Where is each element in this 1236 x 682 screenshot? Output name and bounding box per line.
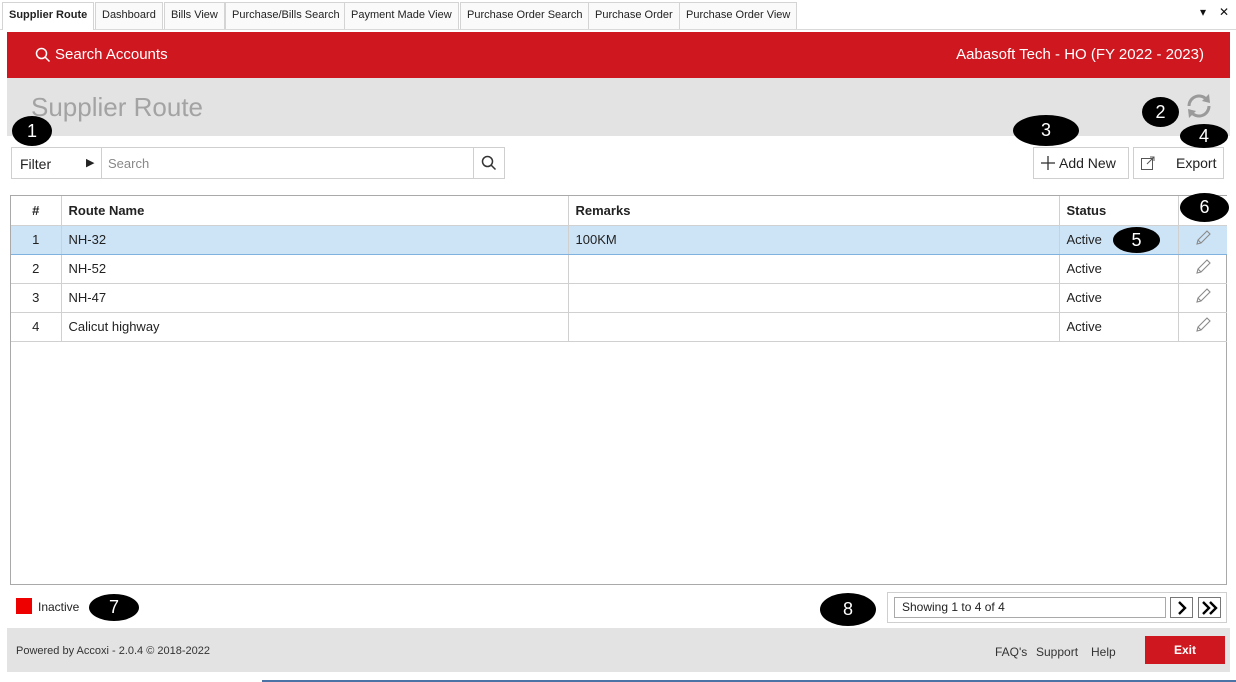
callout-marker-5: 5: [1113, 227, 1160, 253]
plus-icon: [1041, 156, 1055, 170]
chevron-right-icon: [1177, 600, 1187, 615]
inactive-legend-swatch: [16, 598, 32, 614]
table-row[interactable]: 3 NH-47 Active: [11, 282, 1227, 313]
app-header: Search Accounts Aabasoft Tech - HO (FY 2…: [7, 32, 1230, 78]
faq-link[interactable]: FAQ's: [995, 645, 1027, 659]
inactive-legend-label: Inactive: [38, 600, 80, 614]
supplier-route-grid: # Route Name Remarks Status 1 NH-32 100K…: [10, 195, 1227, 585]
divider: [101, 148, 102, 178]
column-header-number[interactable]: #: [11, 196, 62, 226]
edit-pencil-icon[interactable]: [1194, 258, 1212, 276]
add-new-button[interactable]: Add New: [1033, 147, 1129, 179]
column-header-remarks[interactable]: Remarks: [567, 196, 1060, 226]
callout-marker-8: 8: [820, 593, 876, 626]
column-header-route-name[interactable]: Route Name: [60, 196, 569, 226]
status-cell: Active: [1058, 282, 1179, 313]
last-page-button[interactable]: [1198, 597, 1221, 618]
route-name-cell: NH-47: [60, 282, 569, 313]
callout-marker-3: 3: [1013, 115, 1079, 146]
app-footer: Powered by Accoxi - 2.0.4 © 2018-2022 FA…: [7, 628, 1230, 672]
tab-bills-view[interactable]: Bills View: [164, 2, 225, 29]
tab-purchase-order-view[interactable]: Purchase Order View: [679, 2, 798, 29]
pagination: Showing 1 to 4 of 4: [887, 592, 1227, 623]
remarks-cell: 100KM: [567, 224, 1060, 255]
tab-purchase-order-search[interactable]: Purchase Order Search: [460, 2, 590, 29]
search-icon: [481, 155, 497, 171]
tab-list-dropdown-icon[interactable]: ▾: [1200, 5, 1206, 19]
search-input[interactable]: [104, 150, 470, 176]
row-number: 4: [11, 311, 62, 342]
status-cell: Active: [1058, 253, 1179, 284]
filter-button[interactable]: Filter: [20, 156, 51, 172]
search-icon: [35, 47, 51, 62]
callout-marker-1: 1: [12, 116, 52, 146]
table-row[interactable]: 4 Calicut highway Active: [11, 311, 1227, 342]
supplier-route-table: # Route Name Remarks Status 1 NH-32 100K…: [11, 196, 1227, 342]
next-page-button[interactable]: [1170, 597, 1193, 618]
edit-cell: [1177, 224, 1227, 255]
route-name-cell: NH-52: [60, 253, 569, 284]
search-accounts-button[interactable]: Search Accounts: [35, 46, 168, 63]
callout-marker-4: 4: [1180, 124, 1228, 148]
add-new-label: Add New: [1059, 155, 1116, 171]
support-link[interactable]: Support: [1036, 645, 1078, 659]
tab-payment-made-view[interactable]: Payment Made View: [344, 2, 459, 29]
callout-marker-6: 6: [1180, 193, 1229, 222]
callout-marker-2: 2: [1142, 97, 1179, 127]
search-accounts-label: Search Accounts: [55, 46, 168, 63]
edit-cell: [1177, 253, 1227, 284]
filter-search-bar: Filter ▶: [11, 147, 505, 179]
help-link[interactable]: Help: [1091, 645, 1116, 659]
search-button[interactable]: [473, 148, 504, 178]
refresh-icon[interactable]: [1183, 90, 1215, 122]
callout-marker-7: 7: [89, 594, 139, 621]
double-chevron-right-icon: [1201, 600, 1218, 615]
remarks-cell: [567, 282, 1060, 313]
tab-purchase-order[interactable]: Purchase Order: [588, 2, 680, 29]
remarks-cell: [567, 253, 1060, 284]
row-number: 3: [11, 282, 62, 313]
export-label: Export: [1176, 155, 1217, 171]
company-name: Aabasoft Tech - HO (FY 2022 - 2023): [956, 46, 1204, 63]
tab-supplier-route[interactable]: Supplier Route: [2, 2, 95, 30]
row-number: 2: [11, 253, 62, 284]
edit-pencil-icon[interactable]: [1194, 287, 1212, 305]
table-header-row: # Route Name Remarks Status: [11, 196, 1227, 226]
edit-cell: [1177, 282, 1227, 313]
table-row[interactable]: 1 NH-32 100KM Active: [11, 224, 1227, 255]
exit-button[interactable]: Exit: [1145, 636, 1225, 664]
edit-pencil-icon[interactable]: [1194, 316, 1212, 334]
edit-cell: [1177, 311, 1227, 342]
close-tab-icon[interactable]: ✕: [1219, 5, 1229, 19]
pagination-info: Showing 1 to 4 of 4: [894, 597, 1166, 618]
powered-by-text: Powered by Accoxi - 2.0.4 © 2018-2022: [16, 645, 210, 657]
export-icon: [1141, 156, 1155, 170]
page-title: Supplier Route: [31, 92, 203, 122]
column-header-status[interactable]: Status: [1058, 196, 1179, 226]
export-button[interactable]: Export: [1133, 147, 1224, 179]
row-number: 1: [11, 224, 62, 255]
status-cell: Active: [1058, 311, 1179, 342]
tab-dashboard[interactable]: Dashboard: [95, 2, 163, 29]
tab-bar: Supplier Route Dashboard Bills View Purc…: [0, 0, 1236, 30]
tab-purchase-bills-search[interactable]: Purchase/Bills Search: [225, 2, 347, 29]
route-name-cell: NH-32: [60, 224, 569, 255]
table-row[interactable]: 2 NH-52 Active: [11, 253, 1227, 284]
edit-pencil-icon[interactable]: [1194, 229, 1212, 247]
route-name-cell: Calicut highway: [60, 311, 569, 342]
remarks-cell: [567, 311, 1060, 342]
filter-expand-icon[interactable]: ▶: [86, 156, 94, 169]
